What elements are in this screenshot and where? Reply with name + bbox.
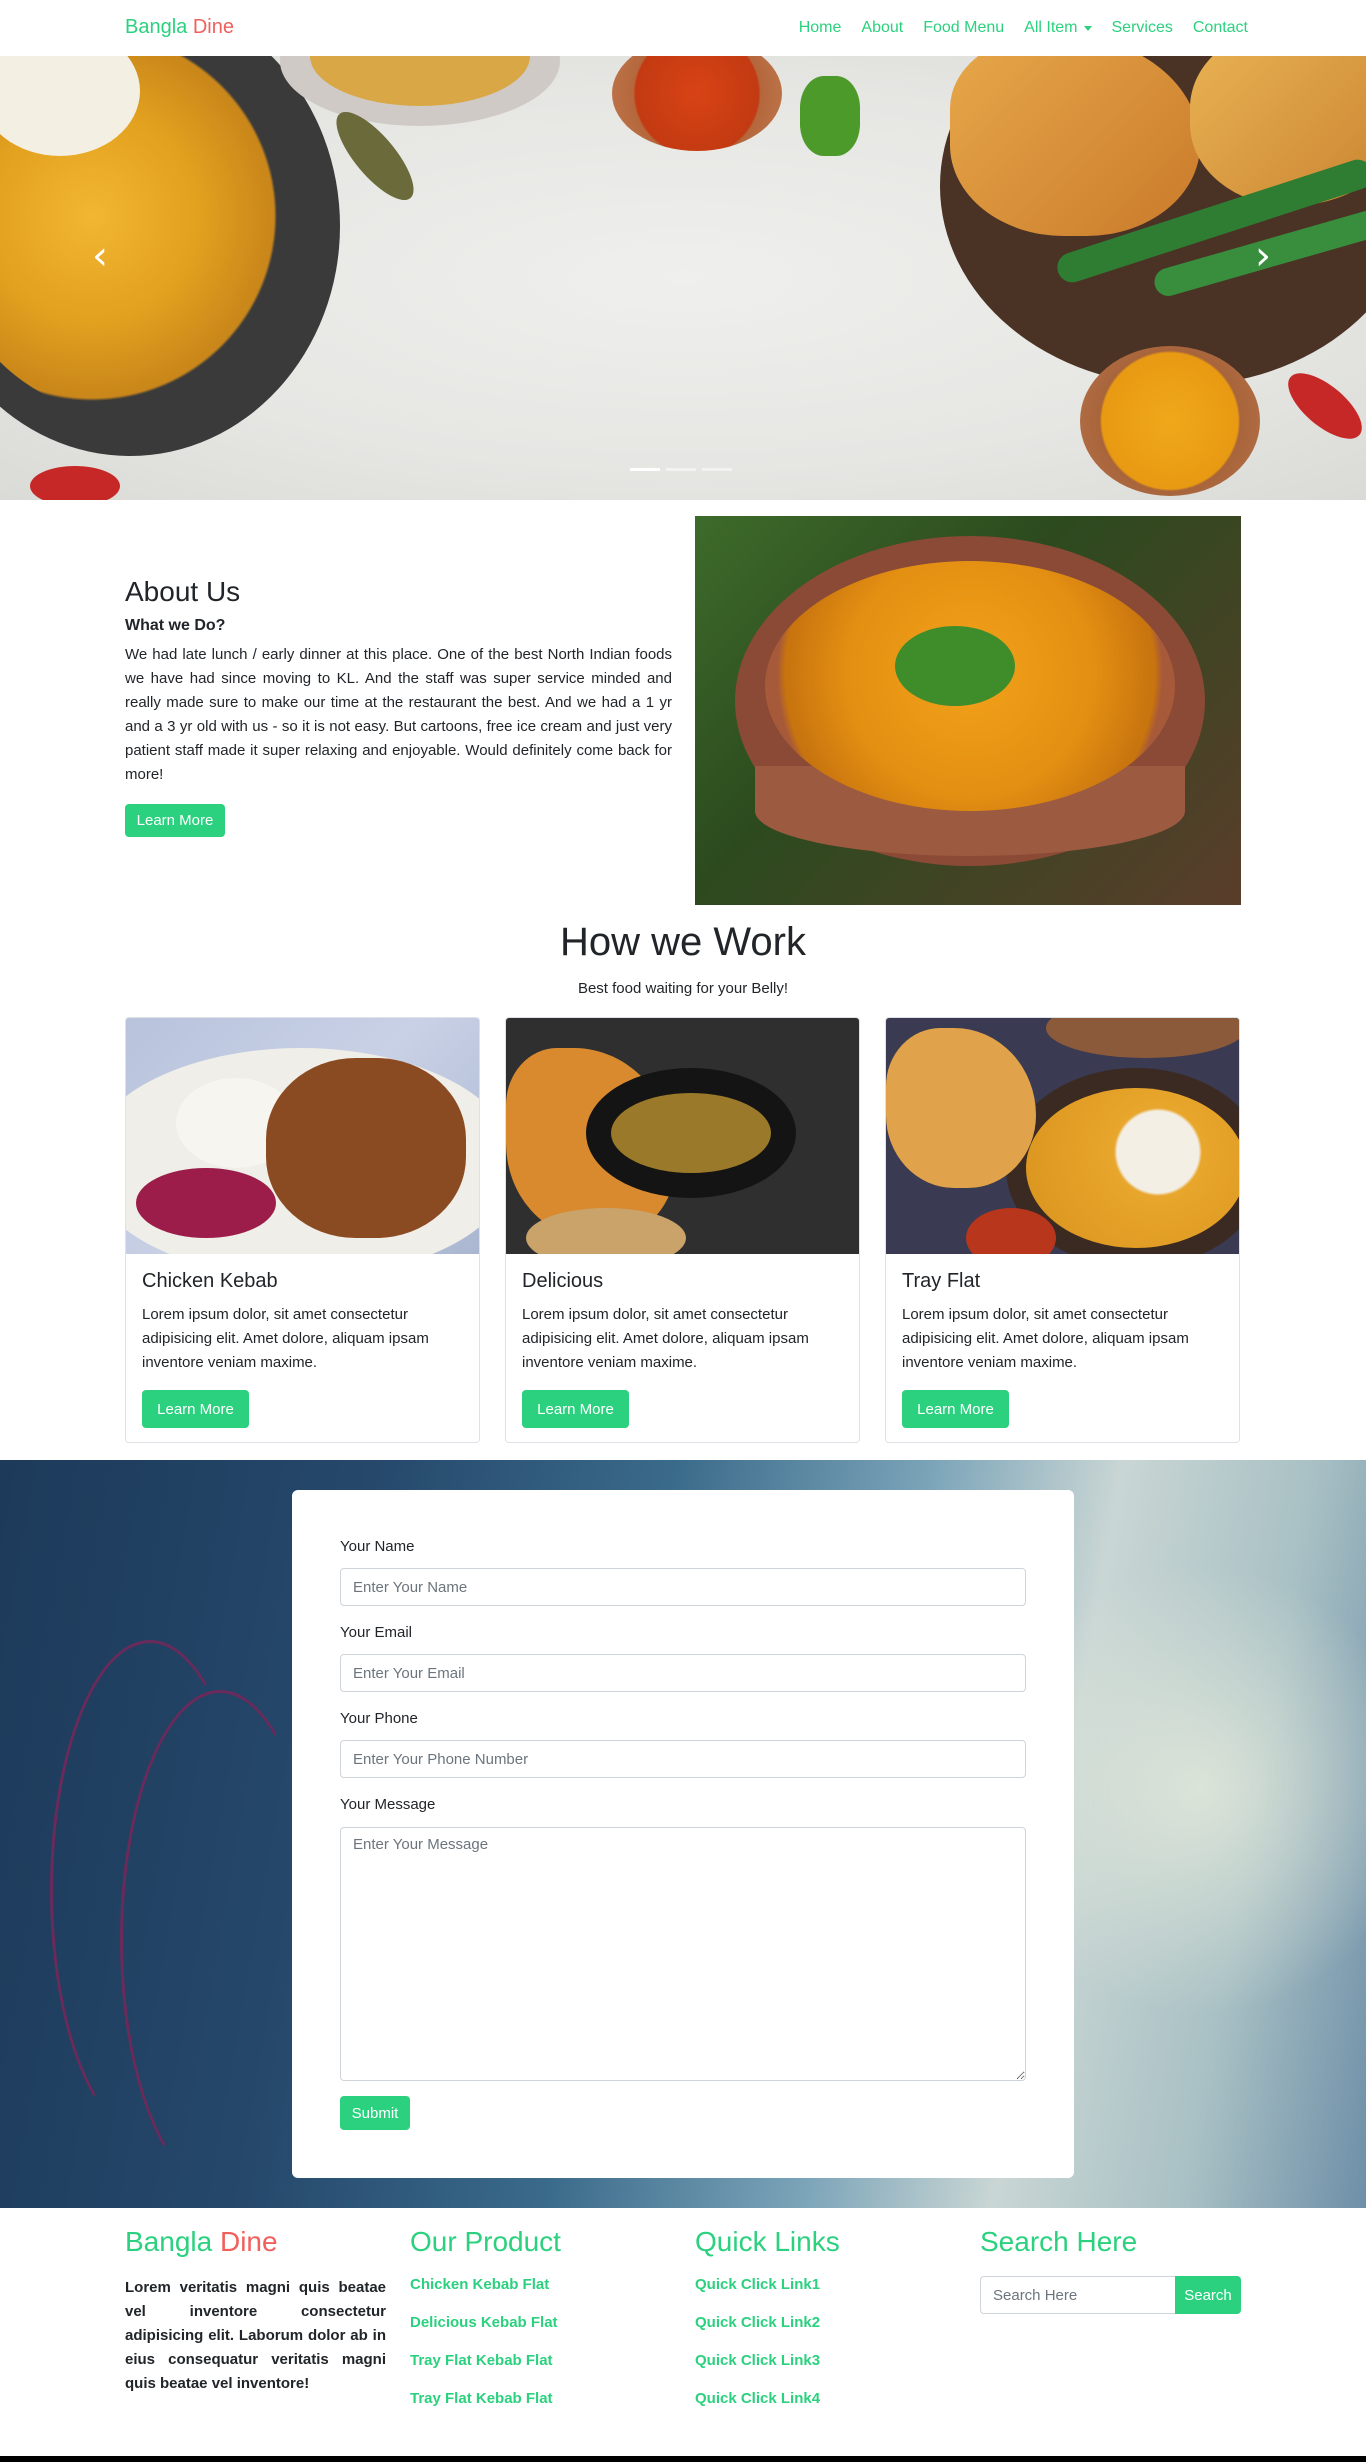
- message-label: Your Message: [340, 1796, 436, 1813]
- hero-red-chili: [1277, 361, 1366, 451]
- hero-chili-powder: [612, 56, 782, 151]
- nav-contact[interactable]: Contact: [1193, 19, 1248, 37]
- chevron-right-icon: ›: [1255, 233, 1271, 279]
- hero-turmeric: [1080, 346, 1260, 496]
- name-label: Your Name: [340, 1538, 415, 1555]
- footer-product-link[interactable]: Tray Flat Kebab Flat: [410, 2390, 561, 2407]
- about-title: About Us: [125, 576, 241, 607]
- contact-form: Your Name Your Email Your Phone Your Mes…: [292, 1490, 1074, 2178]
- card-learn-more-button[interactable]: Learn More: [522, 1390, 629, 1428]
- carousel-indicator[interactable]: [666, 468, 696, 471]
- footer-quick-link[interactable]: Quick Click Link3: [695, 2352, 840, 2369]
- footer-product-link[interactable]: Tray Flat Kebab Flat: [410, 2352, 561, 2369]
- card-image: [506, 1018, 859, 1254]
- caret-down-icon: [1083, 25, 1092, 31]
- footer-quick-link[interactable]: Quick Click Link4: [695, 2390, 840, 2407]
- card-image: [126, 1018, 479, 1254]
- footer-brand-column: Bangla Dine Lorem veritatis magni quis b…: [125, 2226, 386, 2396]
- nav-all-item-label: All Item: [1024, 19, 1078, 36]
- carousel-prev-button[interactable]: ‹: [85, 231, 115, 281]
- carousel-indicator[interactable]: [702, 468, 732, 471]
- brand-part2: Dine: [192, 16, 234, 38]
- brand-part1: Bangla: [125, 16, 188, 38]
- about-learn-more-button[interactable]: Learn More: [125, 804, 225, 837]
- footer-product-link[interactable]: Chicken Kebab Flat: [410, 2276, 561, 2293]
- footer-brand-part1: Bangla: [125, 2226, 213, 2257]
- footer-links-title: Quick Links: [695, 2226, 840, 2257]
- card-image-samosa: [886, 1028, 1036, 1188]
- card-text: Lorem ipsum dolor, sit amet consectetur …: [902, 1306, 1189, 1371]
- hero-herb: [800, 76, 860, 156]
- footer-search-button[interactable]: Search: [1175, 2276, 1241, 2314]
- card-learn-more-button[interactable]: Learn More: [142, 1390, 249, 1428]
- footer-quick-link[interactable]: Quick Click Link2: [695, 2314, 840, 2331]
- email-label: Your Email: [340, 1624, 412, 1641]
- carousel-next-button[interactable]: ›: [1248, 231, 1278, 281]
- about-subtitle: What we Do?: [125, 617, 226, 634]
- card-text: Lorem ipsum dolor, sit amet consectetur …: [522, 1306, 809, 1371]
- nav-all-item-dropdown[interactable]: All Item: [1024, 19, 1092, 37]
- footer-search-input[interactable]: [980, 2276, 1175, 2314]
- card-learn-more-button[interactable]: Learn More: [902, 1390, 1009, 1428]
- map-route-line: [120, 1690, 320, 2190]
- phone-input[interactable]: [340, 1740, 1026, 1778]
- footer-text: Lorem veritatis magni quis beatae vel in…: [125, 2279, 386, 2392]
- about-text: We had late lunch / early dinner at this…: [125, 646, 672, 783]
- footer-product-link[interactable]: Delicious Kebab Flat: [410, 2314, 561, 2331]
- footer-search-group: Search: [980, 2276, 1241, 2314]
- hero-red-chili: [30, 466, 120, 500]
- about-garnish: [895, 626, 1015, 706]
- nav-about[interactable]: About: [861, 19, 903, 37]
- footer-search-title: Search Here: [980, 2226, 1138, 2257]
- how-title: How we Work: [560, 920, 806, 964]
- card-image-kebab: [266, 1058, 466, 1238]
- footer-links-column: Quick Links Quick Click Link1 Quick Clic…: [695, 2226, 840, 2428]
- card-title: Chicken Kebab: [142, 1270, 278, 1292]
- card-chicken-kebab: Chicken Kebab Lorem ipsum dolor, sit ame…: [125, 1017, 480, 1443]
- about-image: [695, 516, 1241, 905]
- card-title: Delicious: [522, 1270, 604, 1292]
- submit-button[interactable]: Submit: [340, 2096, 410, 2130]
- email-input[interactable]: [340, 1654, 1026, 1692]
- card-text: Lorem ipsum dolor, sit amet consectetur …: [142, 1306, 429, 1371]
- card-image-fish: [611, 1093, 771, 1173]
- footer-search-column: Search Here Search: [980, 2226, 1241, 2314]
- footer-brand-part2: Dine: [219, 2226, 278, 2257]
- how-subtitle: Best food waiting for your Belly!: [577, 980, 789, 997]
- nav-food-menu[interactable]: Food Menu: [923, 19, 1004, 37]
- hero-bowl: [280, 56, 560, 126]
- footer-product-column: Our Product Chicken Kebab Flat Delicious…: [410, 2226, 561, 2428]
- card-image: [886, 1018, 1239, 1254]
- footer-brand: Bangla Dine: [125, 2226, 386, 2258]
- hero-carousel: ‹ ›: [0, 56, 1366, 500]
- hero-samosa: [950, 56, 1200, 236]
- card-delicious: Delicious Lorem ipsum dolor, sit amet co…: [505, 1017, 860, 1443]
- chevron-left-icon: ‹: [92, 233, 108, 279]
- message-textarea[interactable]: [340, 1827, 1026, 2081]
- card-title: Tray Flat: [902, 1270, 981, 1292]
- bottom-bar: [0, 2456, 1366, 2462]
- navbar: Bangla Dine Home About Food Menu All Ite…: [0, 0, 1366, 56]
- card-image-onion: [136, 1168, 276, 1238]
- carousel-indicators: [630, 468, 732, 471]
- card-image-food: [1026, 1088, 1239, 1248]
- main-nav: Home About Food Menu All Item Services C…: [799, 19, 1248, 37]
- nav-services[interactable]: Services: [1112, 19, 1173, 37]
- footer-quick-link[interactable]: Quick Click Link1: [695, 2276, 840, 2293]
- hero-chickpeas: [310, 56, 530, 106]
- carousel-indicator[interactable]: [630, 468, 660, 471]
- phone-label: Your Phone: [340, 1710, 418, 1727]
- card-tray-flat: Tray Flat Lorem ipsum dolor, sit amet co…: [885, 1017, 1240, 1443]
- footer-product-title: Our Product: [410, 2226, 561, 2257]
- nav-home[interactable]: Home: [799, 19, 842, 37]
- card-image-bowl: [1046, 1018, 1239, 1058]
- name-input[interactable]: [340, 1568, 1026, 1606]
- brand-logo[interactable]: Bangla Dine: [125, 16, 234, 39]
